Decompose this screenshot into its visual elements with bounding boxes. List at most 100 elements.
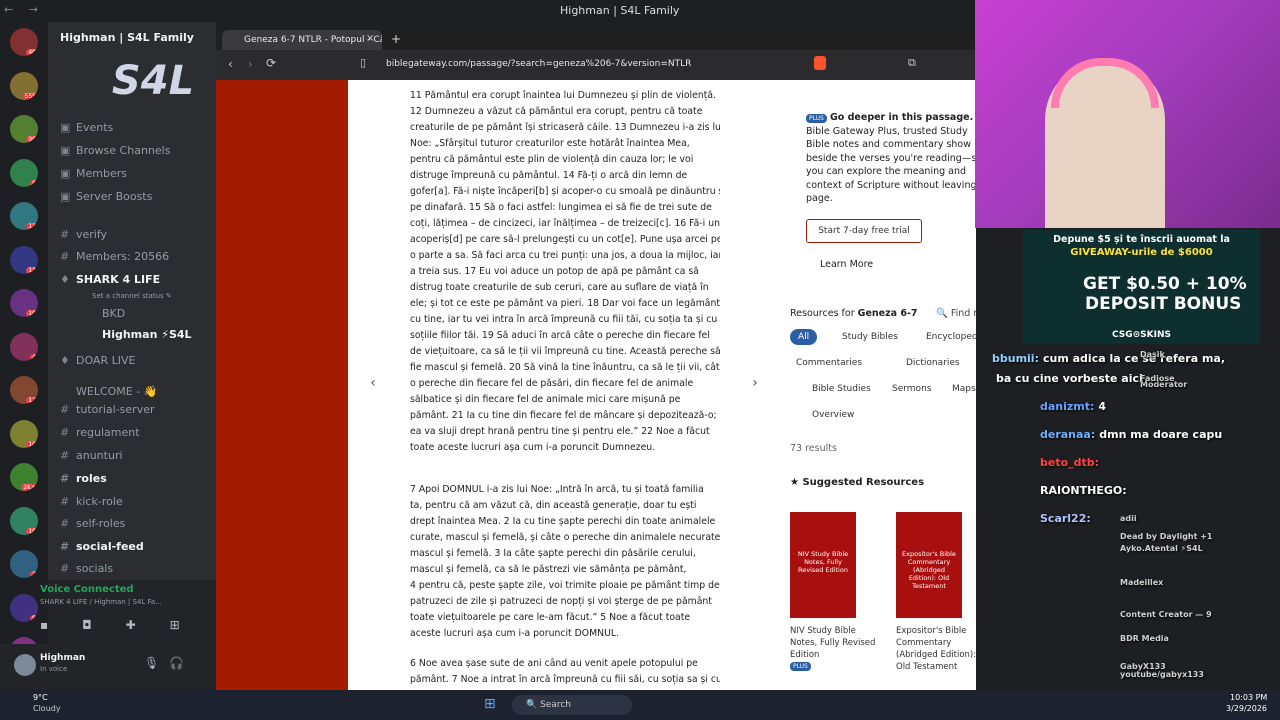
server-icon[interactable]: 555	[10, 71, 38, 100]
menu-item-members[interactable]: ▣ Members	[60, 166, 127, 182]
server-icon[interactable]: 2K+	[10, 463, 38, 491]
results-count: 73 results	[790, 443, 837, 454]
channel-label: Set a channel status ✎	[92, 292, 172, 300]
unread-badge: 9	[30, 614, 38, 622]
server-icon[interactable]: 2	[10, 550, 38, 578]
chat-username: beto_dtb:	[1040, 456, 1100, 469]
voice-connected-status[interactable]: Voice Connected	[40, 584, 134, 595]
history-arrows[interactable]: ← →	[4, 3, 44, 16]
channel-7[interactable]: WELCOME - 👋	[60, 384, 157, 400]
plus-badge: PLUS	[806, 114, 827, 123]
chat-message: danizmt: 4	[1040, 400, 1106, 413]
close-tab-icon[interactable]: ×	[366, 33, 374, 44]
filter-all[interactable]: All	[790, 329, 818, 345]
book-cover-expositors[interactable]: Expositor's Bible Commentary (Abridged E…	[896, 512, 962, 618]
filter-encyclopedias[interactable]: Encyclopedias	[924, 329, 976, 345]
filter-commentaries[interactable]: Commentaries	[794, 355, 864, 371]
weather-temp[interactable]: 9°C	[33, 693, 48, 702]
server-banner-logo: S4L	[111, 58, 195, 104]
channel-8[interactable]: # tutorial-server	[60, 402, 155, 418]
member-entry: adii	[1120, 514, 1137, 523]
channel-15[interactable]: # socials	[60, 561, 113, 577]
member-entry: youtube/gabyx133	[1120, 670, 1204, 679]
channel-10[interactable]: # anunturi	[60, 448, 123, 464]
verse-line: 6 Noe avea șase sute de ani când au veni…	[410, 658, 698, 669]
avatar[interactable]	[14, 654, 36, 676]
channel-3[interactable]: Set a channel status ✎	[76, 288, 172, 304]
channel-5[interactable]: Highman ⚡S4L	[86, 327, 192, 343]
learn-more-link[interactable]: Learn More	[820, 259, 873, 270]
verse-line: ta, pentru că am văzut că, din această g…	[410, 500, 697, 511]
verse-line: pământ. 7 Noe a intrat în arcă împreună …	[410, 674, 720, 685]
channel-label: DOAR LIVE	[76, 354, 136, 367]
filter-dictionaries[interactable]: Dictionaries	[904, 355, 962, 371]
url-field[interactable]: biblegateway.com/passage/?search=geneza%…	[386, 59, 691, 69]
server-icon[interactable]: 40	[10, 28, 38, 56]
server-icon[interactable]: 10	[10, 506, 38, 535]
server-icon[interactable]: 12	[10, 202, 38, 230]
tab-active[interactable]: Geneza 6-7 NTLR - Potopul - Că	[222, 30, 382, 50]
taskbar-search[interactable]: 🔍 Search	[512, 695, 632, 715]
brave-shield-icon[interactable]	[814, 56, 826, 70]
server-name[interactable]: Highman | S4L Family	[60, 31, 194, 44]
filter-maps[interactable]: Maps	[950, 381, 976, 397]
verse-line: cu tine, iar tu vei intra în arcă împreu…	[410, 314, 718, 325]
channel-12[interactable]: # kick-role	[60, 494, 123, 510]
channel-11[interactable]: # roles	[60, 471, 107, 487]
channel-label: WELCOME - 👋	[76, 385, 158, 398]
server-icon[interactable]: 4	[10, 332, 38, 361]
book-cover-niv[interactable]: NIV Study Bible Notes, Fully Revised Edi…	[790, 512, 856, 618]
extensions-icon[interactable]: ⧉	[908, 56, 916, 70]
channel-9[interactable]: # regulament	[60, 425, 140, 441]
server-icon[interactable]: 12	[10, 376, 38, 404]
unread-badge: 10	[26, 310, 38, 317]
unread-badge: 10	[26, 527, 38, 535]
new-tab-icon[interactable]: +	[391, 32, 401, 46]
server-icon[interactable]: 10	[10, 419, 38, 448]
server-icon[interactable]: 13	[10, 245, 38, 274]
verse-line: distruge împreună cu pământul. 14 Fă-ți …	[410, 170, 688, 181]
start-icon[interactable]: ⊞	[484, 696, 496, 712]
menu-item-browse-channels[interactable]: ▣ Browse Channels	[60, 143, 170, 159]
book-caption-niv[interactable]: NIV Study Bible Notes, Fully Revised Edi…	[790, 625, 880, 661]
browser-window: Geneza 6-7 NTLR - Potopul - Că × + ‹ › ⟳…	[216, 30, 976, 690]
server-icon[interactable]: 9	[10, 158, 38, 187]
channel-4[interactable]: BKD	[86, 306, 125, 322]
book-caption-expositors[interactable]: Expositor's Bible Commentary (Abridged E…	[896, 625, 976, 673]
filter-study-bibles[interactable]: Study Bibles	[840, 329, 900, 345]
verse-line: 4 pentru că, peste șapte zile, voi trimi…	[410, 580, 720, 591]
menu-item-server-boosts[interactable]: ▣ Server Boosts	[60, 189, 152, 205]
find-resource-link[interactable]: 🔍 Find resource	[936, 308, 976, 319]
channel-13[interactable]: # self-roles	[60, 516, 125, 532]
back-icon[interactable]: ‹	[228, 57, 233, 71]
verse-line: o parte a sa. Să faci arca cu trei punți…	[410, 250, 720, 261]
menu-item-events[interactable]: ▣ Events	[60, 120, 113, 136]
server-icon[interactable]: 9	[10, 593, 38, 622]
filter-sermons[interactable]: Sermons	[890, 381, 933, 397]
server-icon[interactable]: 99	[10, 115, 38, 143]
filter-bible-studies[interactable]: Bible Studies	[810, 381, 873, 397]
channel-2[interactable]: ♦ SHARK 4 LIFE	[60, 272, 160, 288]
verse-line: distrug toate creaturile de sub ceruri, …	[410, 282, 709, 293]
channel-1[interactable]: # Members: 20566	[60, 249, 169, 265]
channel-6[interactable]: ♦ DOAR LIVE	[60, 353, 135, 369]
channel-label: BKD	[102, 307, 126, 320]
filter-overview[interactable]: Overview	[810, 407, 856, 423]
unread-badge: 99	[26, 136, 38, 143]
voice-location: SHARK 4 LIFE / Highman | S4L Fa...	[40, 598, 162, 606]
clock-time: 10:03 PM	[1230, 693, 1268, 702]
forward-icon[interactable]: ›	[248, 57, 253, 71]
reload-icon[interactable]: ⟳	[266, 56, 276, 70]
bookmark-icon[interactable]: ▯	[360, 56, 366, 69]
unread-badge: 9	[30, 179, 38, 187]
next-chapter-icon[interactable]: ›	[744, 368, 766, 398]
verse-line: pentru că pământul este plin de violență…	[410, 154, 694, 165]
server-icon[interactable]: 10	[10, 289, 38, 317]
voice-controls[interactable]: ▪◘✚⊞	[40, 618, 214, 632]
mic-headset-settings-icons[interactable]: 🎙🎧	[144, 656, 194, 670]
trial-button[interactable]: Start 7-day free trial	[806, 219, 922, 243]
channel-0[interactable]: # verify	[60, 227, 107, 243]
channel-14[interactable]: # social-feed	[60, 539, 144, 555]
verse-line: pământ. 21 Ia cu tine din fiecare fel de…	[410, 410, 717, 421]
previous-chapter-icon[interactable]: ‹	[362, 368, 384, 398]
